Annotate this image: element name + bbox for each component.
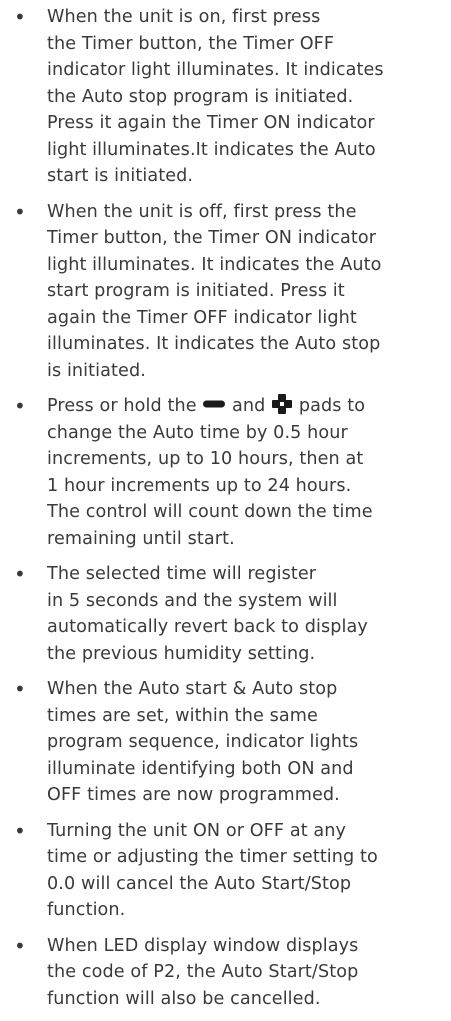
list-item: • When the unit is on, first press the T… xyxy=(0,4,451,190)
item-text: When LED display window displays the cod… xyxy=(47,935,359,1009)
plus-pad-icon xyxy=(271,393,293,415)
item-text: Press or hold the and pads to change the… xyxy=(47,393,447,552)
bullet: • xyxy=(14,818,26,843)
bullet: • xyxy=(14,5,26,29)
list-item: • Turning the unit ON or OFF at any time… xyxy=(0,818,451,924)
bullet: • xyxy=(14,677,26,701)
list-item: • When the Auto start & Auto stop times … xyxy=(0,676,451,809)
bullet: • xyxy=(14,562,26,586)
instruction-page: • When the unit is on, first press the T… xyxy=(0,0,451,1009)
list-item: • The selected time will register in 5 s… xyxy=(0,561,451,667)
item-text-part: pads to change the Auto time by 0.5 hour… xyxy=(47,396,373,549)
bullet: • xyxy=(14,933,26,958)
item-text: The selected time will register in 5 sec… xyxy=(47,564,368,664)
item-text-part: and xyxy=(226,396,272,416)
item-text: When the Auto start & Auto stop times ar… xyxy=(47,679,359,805)
item-text: When the unit is on, first press the Tim… xyxy=(47,7,384,186)
list-item: • Press or hold the and pads to change t… xyxy=(0,393,451,552)
minus-pad-icon xyxy=(202,398,226,410)
item-text-part: Press or hold the xyxy=(47,396,203,416)
timer-instructions-list: • When the unit is on, first press the T… xyxy=(0,4,451,1021)
list-item: • When the unit is off, first press the … xyxy=(0,199,451,385)
item-text: Turning the unit ON or OFF at any time o… xyxy=(47,820,378,921)
item-text: When the unit is off, first press the Ti… xyxy=(47,201,382,381)
list-item: • When LED display window displays the c… xyxy=(0,933,451,1013)
bullet: • xyxy=(14,199,26,224)
bullet: • xyxy=(14,394,26,418)
